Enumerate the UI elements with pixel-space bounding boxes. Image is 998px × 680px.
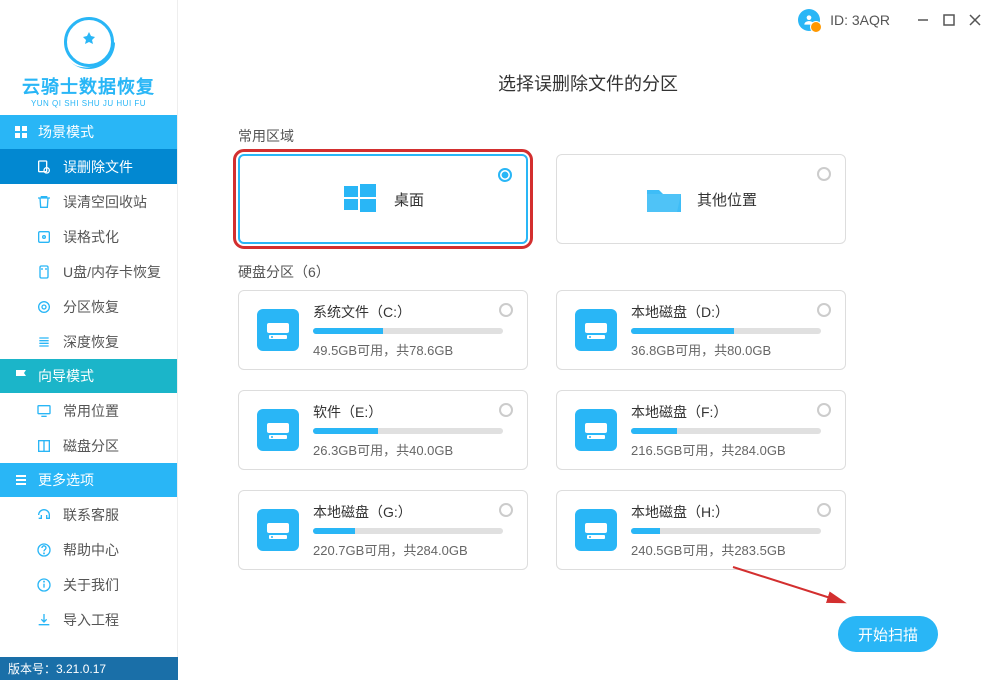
titlebar: ID: 3AQR	[798, 0, 998, 40]
disk-usage-bar	[313, 428, 503, 434]
close-button[interactable]	[967, 12, 983, 28]
nav-item-help[interactable]: 帮助中心	[0, 532, 177, 567]
disk-card[interactable]: 本地磁盘（H:） 240.5GB可用，共283.5GB	[556, 490, 846, 570]
disk-format-icon	[35, 228, 53, 246]
disk-usage-bar	[631, 528, 821, 534]
area-card-other[interactable]: 其他位置	[556, 154, 846, 244]
question-icon	[35, 541, 53, 559]
disk-usage-bar	[313, 528, 503, 534]
nav-section-label: 更多选项	[38, 470, 94, 490]
disk-name: 本地磁盘（G:）	[313, 502, 509, 522]
app-name: 云骑士数据恢复	[22, 73, 155, 99]
app-logo: 云骑士数据恢复 YUN QI SHI SHU JU HUI FU	[0, 0, 177, 115]
radio-selected-icon	[498, 168, 512, 182]
disk-usage-bar	[313, 328, 503, 334]
disk-usage-bar	[631, 328, 821, 334]
radio-icon	[499, 303, 513, 317]
nav-section-more: 更多选项	[0, 463, 177, 497]
disk-card[interactable]: 软件（E:） 26.3GB可用，共40.0GB	[238, 390, 528, 470]
disk-name: 本地磁盘（D:）	[631, 302, 827, 322]
trash-icon	[35, 193, 53, 211]
drive-icon	[257, 309, 299, 351]
nav-item-about[interactable]: 关于我们	[0, 567, 177, 602]
menu-icon	[12, 471, 30, 489]
nav-item-partition-recovery[interactable]: 分区恢复	[0, 289, 177, 324]
nav-item-format[interactable]: 误格式化	[0, 219, 177, 254]
drive-icon	[257, 409, 299, 451]
minimize-button[interactable]	[915, 12, 931, 28]
logo-icon	[64, 17, 114, 67]
usb-icon	[35, 263, 53, 281]
drive-icon	[575, 409, 617, 451]
import-icon	[35, 611, 53, 629]
area-label: 其他位置	[697, 189, 757, 210]
area-label: 桌面	[394, 189, 424, 210]
scan-button[interactable]: 开始扫描	[838, 616, 938, 652]
nav-item-usb[interactable]: U盘/内存卡恢复	[0, 254, 177, 289]
disk-stat: 216.5GB可用，共284.0GB	[631, 440, 827, 459]
folder-icon	[645, 182, 683, 216]
nav-item-import[interactable]: 导入工程	[0, 602, 177, 637]
avatar-icon[interactable]	[798, 9, 820, 31]
app-subtitle: YUN QI SHI SHU JU HUI FU	[31, 99, 146, 108]
radio-icon	[499, 403, 513, 417]
nav-section-label: 场景模式	[38, 122, 94, 142]
deep-icon	[35, 333, 53, 351]
disk-usage-bar	[631, 428, 821, 434]
disk-stat: 240.5GB可用，共283.5GB	[631, 540, 827, 559]
drive-icon	[575, 509, 617, 551]
disk-stat: 36.8GB可用，共80.0GB	[631, 340, 827, 359]
radio-icon	[817, 303, 831, 317]
target-icon	[35, 298, 53, 316]
maximize-button[interactable]	[941, 12, 957, 28]
drive-icon	[575, 309, 617, 351]
version-label: 版本号：3.21.0.17	[0, 657, 178, 680]
nav-section-label: 向导模式	[38, 366, 94, 386]
page-title: 选择误删除文件的分区	[238, 70, 938, 96]
disk-grid: 系统文件（C:） 49.5GB可用，共78.6GB 本地磁盘（D:） 36.8G…	[238, 290, 938, 570]
disk-name: 本地磁盘（F:）	[631, 402, 827, 422]
disk-section-label: 硬盘分区（6）	[238, 262, 938, 282]
area-card-desktop[interactable]: 桌面	[238, 154, 528, 244]
grid-icon	[12, 123, 30, 141]
partition-icon	[35, 437, 53, 455]
disk-stat: 220.7GB可用，共284.0GB	[313, 540, 509, 559]
nav-section-wizard: 向导模式	[0, 359, 177, 393]
file-search-icon	[35, 158, 53, 176]
radio-icon	[817, 403, 831, 417]
radio-icon	[499, 503, 513, 517]
nav-section-scene: 场景模式	[0, 115, 177, 149]
main-panel: 选择误删除文件的分区 常用区域 桌面 其他位置 硬盘分区（6） 系统文件（C:）	[178, 0, 998, 680]
disk-card[interactable]: 本地磁盘（F:） 216.5GB可用，共284.0GB	[556, 390, 846, 470]
radio-icon	[817, 503, 831, 517]
nav-item-delete-recovery[interactable]: 误删除文件	[0, 149, 177, 184]
windows-icon	[342, 182, 380, 216]
info-icon	[35, 576, 53, 594]
nav-item-contact[interactable]: 联系客服	[0, 497, 177, 532]
nav-item-common-location[interactable]: 常用位置	[0, 393, 177, 428]
disk-name: 系统文件（C:）	[313, 302, 509, 322]
flag-icon	[12, 367, 30, 385]
monitor-icon	[35, 402, 53, 420]
disk-name: 软件（E:）	[313, 402, 509, 422]
disk-name: 本地磁盘（H:）	[631, 502, 827, 522]
account-id: ID: 3AQR	[830, 12, 890, 28]
disk-card[interactable]: 本地磁盘（D:） 36.8GB可用，共80.0GB	[556, 290, 846, 370]
headset-icon	[35, 506, 53, 524]
disk-card[interactable]: 系统文件（C:） 49.5GB可用，共78.6GB	[238, 290, 528, 370]
nav-item-deep-recovery[interactable]: 深度恢复	[0, 324, 177, 359]
radio-icon	[817, 167, 831, 181]
disk-stat: 26.3GB可用，共40.0GB	[313, 440, 509, 459]
disk-stat: 49.5GB可用，共78.6GB	[313, 340, 509, 359]
disk-card[interactable]: 本地磁盘（G:） 220.7GB可用，共284.0GB	[238, 490, 528, 570]
common-area-label: 常用区域	[238, 126, 938, 146]
nav-item-recycle-bin[interactable]: 误清空回收站	[0, 184, 177, 219]
sidebar: 云骑士数据恢复 YUN QI SHI SHU JU HUI FU 场景模式 误删…	[0, 0, 178, 680]
nav-item-disk-partition[interactable]: 磁盘分区	[0, 428, 177, 463]
drive-icon	[257, 509, 299, 551]
